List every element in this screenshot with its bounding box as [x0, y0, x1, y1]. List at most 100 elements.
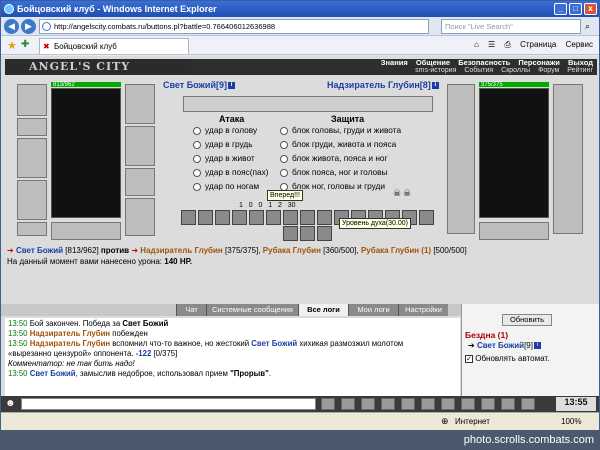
search-input[interactable]: Поиск "Live Search" — [441, 19, 581, 34]
enemy-right-slots[interactable] — [553, 84, 583, 234]
armor-slot[interactable] — [17, 180, 47, 220]
skill-slot[interactable] — [181, 210, 196, 225]
add-favorite-icon[interactable]: ✚ — [21, 39, 29, 50]
map-icon[interactable] — [441, 398, 455, 410]
filter-icon[interactable] — [361, 398, 375, 410]
vs-player-name[interactable]: Свет Божий — [16, 246, 63, 255]
belt-slot[interactable] — [17, 222, 47, 236]
url-input[interactable]: http://angelscity.combats.ru/buttons.pl?… — [39, 19, 429, 34]
vs-enemy-1[interactable]: Надзиратель Глубин — [140, 246, 222, 255]
boots-slot[interactable] — [125, 198, 155, 236]
tab-all-logs[interactable]: Все логи — [298, 304, 348, 316]
home-icon[interactable]: ⌂ — [474, 40, 479, 49]
menu-events[interactable]: События — [464, 67, 493, 74]
menu-sms[interactable]: sms-история — [415, 67, 456, 74]
exit-icon[interactable] — [521, 398, 535, 410]
spirit-tooltip: Уровень духа(30.00) — [339, 218, 411, 229]
block-option-1[interactable]: блок головы, груди и живота — [280, 124, 401, 136]
page-icon — [42, 22, 51, 31]
menu-exit[interactable]: Выход — [568, 58, 593, 67]
send-icon[interactable] — [321, 398, 335, 410]
clear-icon[interactable] — [341, 398, 355, 410]
block-option-3[interactable]: блок живота, пояса и ног — [280, 152, 388, 164]
page-menu[interactable]: Страница — [520, 40, 556, 49]
print-icon[interactable]: ⎙ — [504, 40, 510, 49]
tab-chat[interactable]: Чат — [176, 304, 206, 316]
block-option-4[interactable]: блок пояса, ног и головы — [280, 166, 388, 178]
action-icon[interactable] — [401, 398, 415, 410]
skill-slot[interactable] — [249, 210, 264, 225]
menu-knowledge[interactable]: Знания — [381, 58, 408, 67]
smiley-icon[interactable]: ☻ — [5, 398, 16, 409]
search-icon[interactable]: ⌕ — [585, 21, 590, 32]
menu-rating[interactable]: Рейтинг — [567, 67, 593, 74]
menu-scrolls[interactable]: Скроллы — [501, 67, 530, 74]
maximize-button[interactable]: □ — [569, 3, 582, 15]
arrow-icon: ➔ — [7, 246, 14, 255]
player-name[interactable]: Свет Божий[9] i — [163, 80, 236, 90]
skill-slot[interactable] — [198, 210, 213, 225]
menu-security[interactable]: Безопасность — [458, 58, 510, 67]
rings-slot[interactable] — [51, 222, 121, 240]
player-avatar[interactable] — [51, 88, 121, 218]
attack-groin[interactable]: удар в пояс(пах) — [193, 166, 269, 178]
skill-slot[interactable] — [283, 210, 298, 225]
vs-enemy-2[interactable]: Рубака Глубин — [263, 246, 321, 255]
auto-refresh-checkbox[interactable]: ✓ Обновлять автомат. — [465, 354, 549, 363]
tab-my-logs[interactable]: Мои логи — [348, 304, 398, 316]
forward-icon[interactable]: ▶ — [21, 19, 36, 34]
menu-characters[interactable]: Персонажи — [518, 58, 560, 67]
minimize-button[interactable]: _ — [554, 3, 567, 15]
attack-head[interactable]: удар в голову — [193, 124, 257, 136]
tools-icon[interactable] — [381, 398, 395, 410]
gloves-slot[interactable] — [125, 126, 155, 166]
skill-slot[interactable] — [317, 210, 332, 225]
tab-close-icon[interactable]: ✖ — [43, 43, 50, 51]
attack-stomach[interactable]: удар в живот — [193, 152, 255, 164]
tools-menu[interactable]: Сервис — [566, 40, 593, 49]
skill-slot[interactable] — [419, 210, 434, 225]
weapon-slot[interactable] — [17, 138, 47, 178]
tab-active[interactable]: ✖ Бойцовский клуб — [39, 38, 189, 54]
settings-icon[interactable] — [501, 398, 515, 410]
skill-slot[interactable] — [266, 210, 281, 225]
vs-enemy-3[interactable]: Рубака Глубин (1) — [361, 246, 431, 255]
favorites-star-icon[interactable]: ★ — [7, 39, 17, 52]
skill-slot[interactable] — [232, 210, 247, 225]
skill-slot[interactable] — [300, 226, 315, 241]
game-clock: 13:55 — [556, 397, 596, 411]
zoom-level[interactable]: 100% — [561, 413, 581, 430]
tab-settings[interactable]: Настройки — [398, 304, 448, 316]
info-icon[interactable]: i — [431, 82, 439, 90]
feeds-icon[interactable]: ☰ — [488, 40, 495, 49]
menu-forum[interactable]: Форум — [538, 67, 559, 74]
enemy-avatar[interactable] — [479, 88, 549, 218]
skill-slot[interactable] — [215, 210, 230, 225]
friends-icon[interactable] — [481, 398, 495, 410]
tab-system[interactable]: Системные сообщения — [206, 304, 298, 316]
earrings-slot[interactable] — [125, 84, 155, 124]
inventory-icon[interactable] — [421, 398, 435, 410]
skill-slot[interactable] — [300, 210, 315, 225]
menu-chat[interactable]: Общение — [416, 58, 450, 67]
enemy-name[interactable]: Надзиратель Глубин[8] i — [327, 80, 439, 90]
skill-slot[interactable] — [317, 226, 332, 241]
close-button[interactable]: x — [584, 3, 597, 15]
chat-input[interactable] — [21, 398, 316, 410]
back-icon[interactable]: ◀ — [4, 19, 19, 34]
info-icon[interactable]: i — [533, 342, 541, 350]
refresh-button[interactable]: Обновить — [502, 314, 552, 326]
shield-slot[interactable] — [125, 168, 155, 196]
enemy-left-slots[interactable] — [447, 84, 475, 234]
bracer-slot[interactable] — [17, 118, 47, 136]
helmet-slot[interactable] — [17, 84, 47, 116]
location-user[interactable]: ➔ Свет Божий[9] i — [468, 341, 541, 350]
mail-icon[interactable] — [461, 398, 475, 410]
info-icon[interactable]: i — [228, 82, 236, 90]
attack-legs[interactable]: удар по ногам — [193, 180, 259, 192]
attack-chest[interactable]: удар в грудь — [193, 138, 253, 150]
enemy-rings-slot[interactable] — [479, 222, 549, 240]
block-option-2[interactable]: блок груди, живота и пояса — [280, 138, 396, 150]
skill-slot[interactable] — [283, 226, 298, 241]
forward-button[interactable]: Вперед!!! — [267, 190, 303, 201]
